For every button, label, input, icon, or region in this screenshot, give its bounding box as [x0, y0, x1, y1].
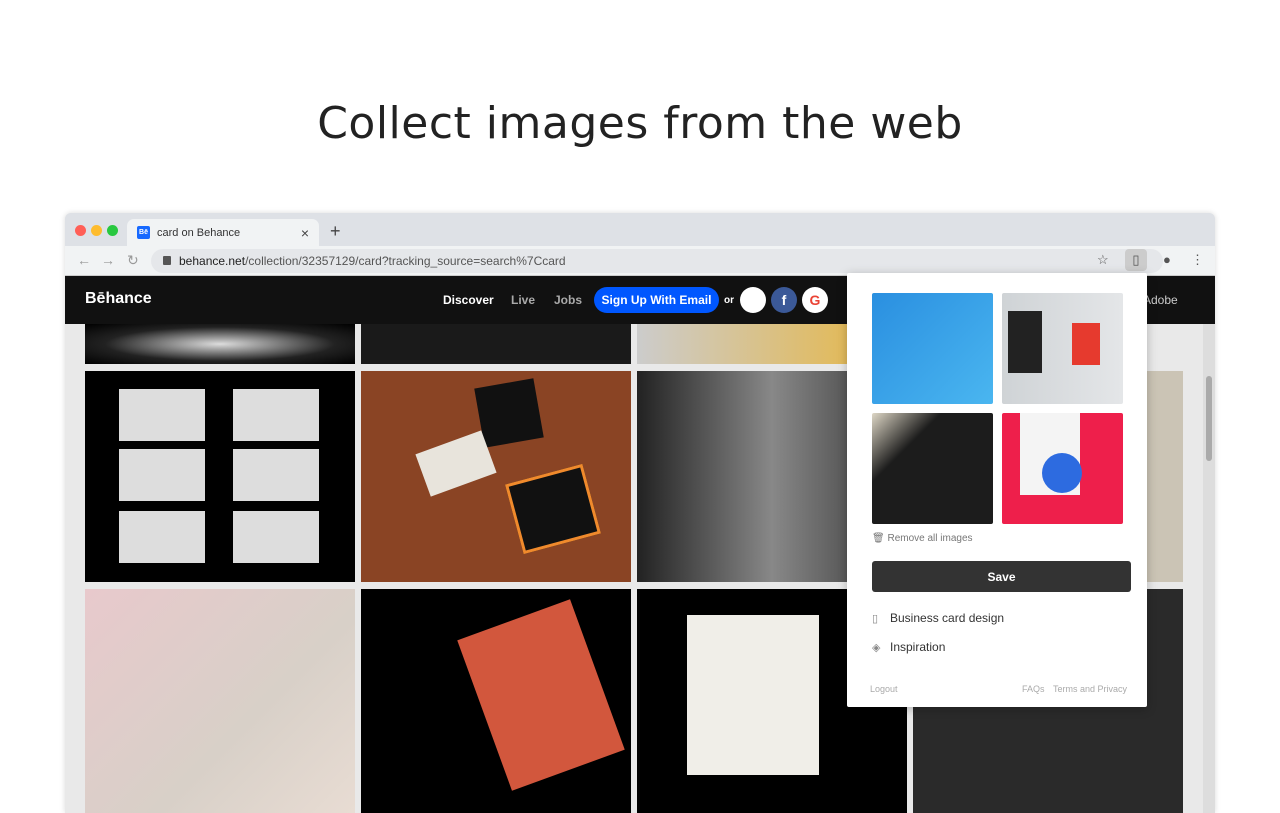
profile-icon[interactable]: ●	[1163, 252, 1171, 267]
tab-bar: Bē card on Behance × +	[65, 213, 1215, 246]
project-tile[interactable]	[85, 371, 355, 582]
lock-icon	[163, 256, 171, 265]
behance-logo[interactable]: Bēhance	[85, 290, 152, 308]
nav-live[interactable]: Live	[511, 293, 535, 307]
maximize-window-button[interactable]	[107, 225, 118, 236]
collection-label: Business card design	[890, 611, 1005, 625]
save-images-popup: 🗑 Remove all images Save ▯ Business card …	[847, 273, 1147, 707]
new-tab-button[interactable]: +	[330, 221, 341, 242]
browser-tab[interactable]: Bē card on Behance ×	[127, 219, 319, 246]
menu-icon[interactable]: ⋮	[1191, 252, 1204, 268]
url-path: /collection/32357129/card?tracking_sourc…	[245, 254, 566, 268]
project-tile[interactable]	[85, 589, 355, 813]
tab-title: card on Behance	[157, 226, 241, 239]
url-input[interactable]: behance.net/collection/32357129/card?tra…	[151, 249, 1163, 273]
project-tile[interactable]	[361, 324, 631, 364]
scrollbar-thumb[interactable]	[1206, 376, 1212, 461]
nav-discover[interactable]: Discover	[443, 293, 494, 307]
stack-icon: ◈	[872, 641, 881, 654]
close-window-button[interactable]	[75, 225, 86, 236]
project-tile[interactable]	[361, 589, 631, 813]
apple-signin-icon[interactable]	[740, 287, 766, 313]
sign-up-email-button[interactable]: Sign Up With Email	[594, 287, 719, 313]
terms-link[interactable]: Terms and Privacy	[1053, 684, 1127, 694]
collected-image[interactable]	[1002, 293, 1123, 404]
board-icon: ▯	[872, 612, 879, 625]
trash-icon: 🗑	[872, 533, 888, 544]
reload-icon[interactable]: ↻	[127, 252, 139, 269]
collected-image[interactable]	[1002, 413, 1123, 524]
collection-business-card-design[interactable]: ▯ Business card design	[872, 611, 1004, 625]
logout-link[interactable]: Logout	[870, 684, 898, 694]
remove-all-images-link[interactable]: 🗑 Remove all images	[872, 533, 973, 544]
collected-image[interactable]	[872, 413, 993, 524]
adobe-link[interactable]: Adobe	[1143, 293, 1178, 307]
behance-favicon-icon: Bē	[137, 226, 150, 239]
address-bar-row: ← → ↻ behance.net/collection/32357129/ca…	[65, 246, 1215, 276]
project-tile[interactable]	[85, 324, 355, 364]
collection-inspiration[interactable]: ◈ Inspiration	[872, 640, 945, 654]
faqs-link[interactable]: FAQs	[1022, 684, 1045, 694]
collected-image[interactable]	[872, 293, 993, 404]
back-icon[interactable]: ←	[77, 252, 91, 268]
nav-jobs[interactable]: Jobs	[554, 293, 582, 307]
scrollbar[interactable]	[1203, 324, 1215, 813]
save-button[interactable]: Save	[872, 561, 1131, 592]
tab-close-icon[interactable]: ×	[301, 225, 309, 241]
forward-icon[interactable]: →	[101, 252, 115, 268]
remove-all-label: Remove all images	[887, 533, 973, 544]
or-label: or	[724, 295, 734, 306]
extension-icon[interactable]: ▯	[1125, 249, 1147, 271]
google-signin-icon[interactable]: G	[802, 287, 828, 313]
bookmark-star-icon[interactable]: ☆	[1097, 252, 1109, 268]
minimize-window-button[interactable]	[91, 225, 102, 236]
collection-label: Inspiration	[890, 640, 946, 654]
project-tile[interactable]	[361, 371, 631, 582]
url-host: behance.net	[179, 254, 246, 268]
headline: Collect images from the web	[317, 98, 963, 149]
facebook-signin-icon[interactable]: f	[771, 287, 797, 313]
